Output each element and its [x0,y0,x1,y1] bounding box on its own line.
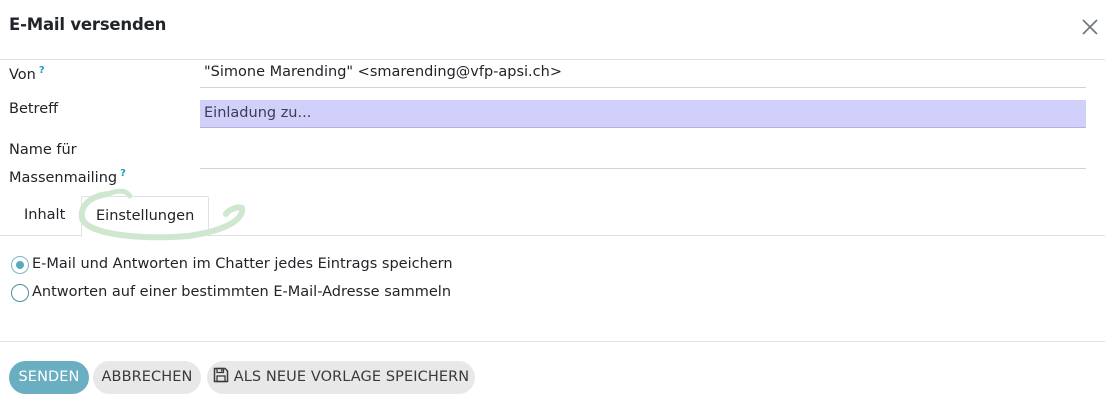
save-as-template-label: ALS NEUE VORLAGE SPEICHERN [233,369,470,385]
tab-content[interactable]: Inhalt [10,196,79,236]
save-as-template-button[interactable]: ALS NEUE VORLAGE SPEICHERN [207,361,475,394]
help-icon[interactable]: ? [120,168,126,179]
radio-option-chatter[interactable]: E-Mail und Antworten im Chatter jedes Ei… [11,253,453,274]
help-icon[interactable]: ? [39,65,45,76]
footer-divider [0,341,1105,342]
floppy-disk-icon [213,367,228,383]
subject-label: Betreff [9,101,59,117]
radio-label-collect: Antworten auf einer bestimmten E-Mail-Ad… [32,283,452,300]
dialog-header: E-Mail versenden [0,0,1105,60]
tab-bar: Inhalt Einstellungen [0,196,1105,237]
from-field[interactable]: "Simone Marending" <smarending@vfp-apsi.… [200,60,1086,88]
dialog-title: E-Mail versenden [9,15,167,34]
tab-settings[interactable]: Einstellungen [81,196,210,237]
mass-mailing-name-label: Name für Massenmailing? [9,142,126,186]
radio-button-unchecked[interactable] [11,284,29,302]
from-label: Von? [9,65,45,83]
mass-mailing-name-field[interactable] [200,142,1086,169]
cancel-button[interactable]: ABBRECHEN [93,361,201,394]
subject-field[interactable]: Einladung zu... [200,100,1086,128]
radio-option-collect[interactable]: Antworten auf einer bestimmten E-Mail-Ad… [11,281,451,302]
radio-button-checked[interactable] [11,256,29,274]
send-button[interactable]: SENDEN [9,361,89,394]
radio-label-chatter: E-Mail und Antworten im Chatter jedes Ei… [32,255,453,272]
close-icon[interactable] [1080,17,1100,37]
